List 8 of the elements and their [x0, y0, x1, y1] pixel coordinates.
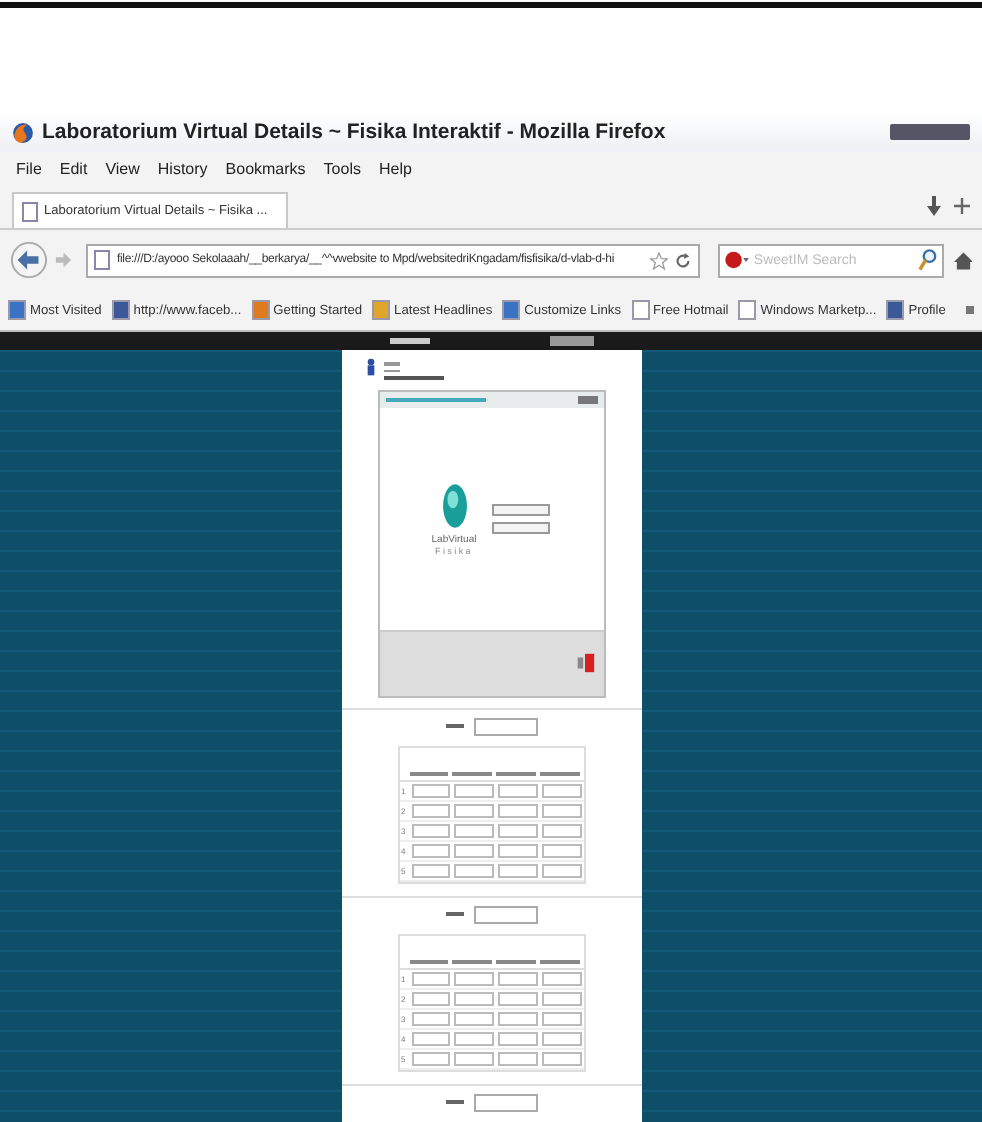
menu-item[interactable]: View	[105, 159, 140, 177]
menu-item[interactable]: Tools	[323, 159, 361, 177]
menu-item[interactable]: Bookmarks	[225, 159, 306, 177]
window-title: Laboratorium Virtual Details ~ Fisika Interaktif - Mozilla Firefox	[42, 120, 668, 144]
menu-item[interactable]: Edit	[59, 159, 88, 177]
menu-item[interactable]: Help	[378, 159, 412, 177]
menu-item[interactable]: File	[16, 159, 42, 177]
menu-item[interactable]: History	[157, 159, 208, 177]
